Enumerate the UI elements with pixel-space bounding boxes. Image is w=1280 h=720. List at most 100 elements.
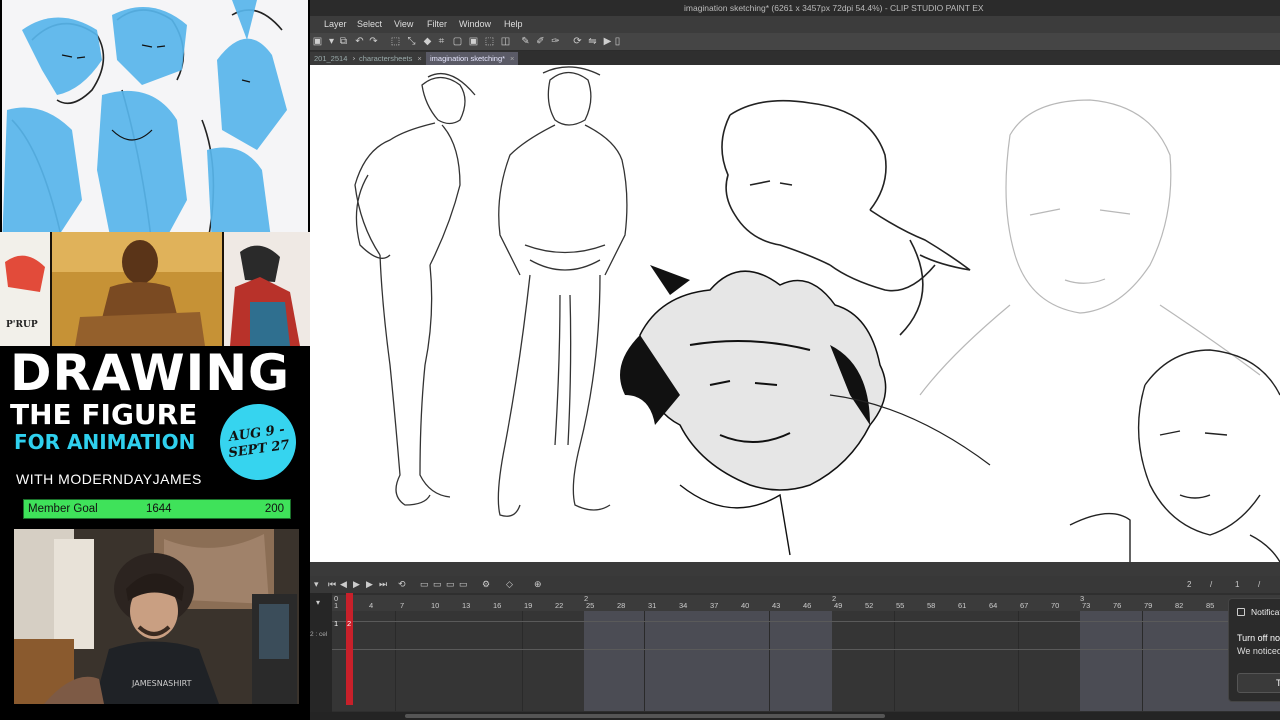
- onion-skin-icon[interactable]: ▭: [446, 579, 455, 590]
- notification-title: Notifications: [1251, 607, 1280, 617]
- frame-tick: 37: [710, 601, 719, 610]
- tab-imagination-sketching[interactable]: imagination sketching* ×: [426, 52, 519, 65]
- close-icon[interactable]: ×: [417, 54, 421, 63]
- frame-tick: 85: [1206, 601, 1215, 610]
- page-current: 2: [1187, 580, 1192, 589]
- deselect-icon[interactable]: ⬚: [484, 36, 495, 47]
- collapse-icon[interactable]: ▾: [316, 598, 320, 607]
- device-icon[interactable]: ▯: [612, 36, 623, 47]
- featured-artwork-blue-figures: [2, 0, 308, 246]
- menu-help[interactable]: Help: [504, 19, 523, 29]
- member-goal-current: 1644: [146, 503, 172, 515]
- menu-window[interactable]: Window: [459, 19, 491, 29]
- timeline-menu-icon[interactable]: ▾: [314, 579, 319, 590]
- clip-studio-window: imagination sketching* (6261 x 3457px 72…: [310, 0, 1280, 720]
- frame-marker: 3: [1080, 594, 1085, 603]
- notification-turn-off-button[interactable]: Turn off: [1237, 673, 1280, 693]
- first-frame-icon[interactable]: ⏮: [328, 579, 336, 590]
- notification-popup: Notifications Turn off notifications We …: [1228, 598, 1280, 702]
- undo-icon[interactable]: ↶: [354, 36, 365, 47]
- rotate-icon[interactable]: ⟳: [572, 36, 583, 47]
- drawing-canvas[interactable]: [310, 65, 1280, 562]
- promo-title-line2: THE FIGURE: [10, 398, 198, 431]
- track-divider: [1018, 611, 1019, 711]
- shirt-text: JAMESNASHIRT: [131, 679, 192, 688]
- menu-view[interactable]: View: [394, 19, 413, 29]
- frame-tick: 52: [865, 601, 874, 610]
- frame-tick: 43: [772, 601, 781, 610]
- prev-frame-icon[interactable]: ◀: [340, 579, 347, 590]
- assign-cel-icon[interactable]: ▭: [433, 579, 442, 590]
- track-divider: [395, 611, 396, 711]
- stream-overlay-panel: P'RUP DRAWING THE FIGURE FOR ANIMATION A…: [0, 0, 310, 720]
- crop-icon[interactable]: ⌗: [436, 36, 447, 47]
- redo-icon[interactable]: ↷: [368, 36, 379, 47]
- new-cel-icon[interactable]: ▭: [420, 579, 429, 590]
- timeline-settings-icon[interactable]: ⚙: [482, 579, 490, 590]
- frame-tick: 61: [958, 601, 967, 610]
- layer-icon[interactable]: ⧉: [338, 36, 349, 47]
- cel-value-1: 1: [334, 619, 339, 628]
- menu-select[interactable]: Select: [357, 19, 382, 29]
- menu-filter[interactable]: Filter: [427, 19, 447, 29]
- layer-row-label[interactable]: 2 : cel: [310, 631, 327, 638]
- webcam-feed: JAMESNASHIRT: [14, 529, 299, 704]
- timeline-ruler[interactable]: 4 7 10 13 16 19 22 25 28 31 34 37 40 43 46 49 52 55 58 61 64…: [332, 594, 1280, 611]
- track-divider: [522, 611, 523, 711]
- tab-charactersheets[interactable]: charactersheets ×: [355, 52, 426, 65]
- loop-icon[interactable]: ⟲: [398, 579, 406, 590]
- window-title: imagination sketching* (6261 x 3457px 72…: [684, 3, 984, 13]
- play-button-icon[interactable]: ▶: [353, 579, 360, 590]
- selection-icon[interactable]: ⬚: [390, 36, 401, 47]
- notification-heading: Turn off notifications: [1237, 633, 1280, 643]
- close-icon[interactable]: ×: [510, 54, 514, 63]
- frame-tick: 28: [617, 601, 626, 610]
- transform-icon[interactable]: ⤡: [406, 36, 417, 47]
- invert-selection-icon[interactable]: ◫: [500, 36, 511, 47]
- next-frame-icon[interactable]: ▶: [366, 579, 373, 590]
- command-bar: ▣ ▾ ⧉ ↶ ↷ ⬚ ⤡ ◆ ⌗ ▢ ▣ ⬚ ◫ ✎ ✐ ✑ ⟳ ⇋ ▶ ▯: [310, 33, 1280, 51]
- member-goal-target: 200: [264, 503, 284, 515]
- frame-tick: 19: [524, 601, 533, 610]
- pen-icon[interactable]: ✎: [520, 36, 531, 47]
- frame-tick: 22: [555, 601, 564, 610]
- document-tabs: 201_2514× charactersheets× imagination s…: [310, 51, 1280, 65]
- dropdown-icon[interactable]: ▾: [326, 36, 337, 47]
- frame-tick: 64: [989, 601, 998, 610]
- screen: P'RUP DRAWING THE FIGURE FOR ANIMATION A…: [0, 0, 1280, 720]
- track-divider: [644, 611, 645, 711]
- frame-tick: 58: [927, 601, 936, 610]
- timeline-scrollbar-thumb[interactable]: [405, 714, 885, 718]
- frame-tick: 31: [648, 601, 657, 610]
- pencil-icon[interactable]: ✐: [535, 36, 546, 47]
- clear-icon[interactable]: ▢: [452, 36, 463, 47]
- timeline-track[interactable]: [332, 611, 1280, 711]
- clear-outside-icon[interactable]: ▣: [468, 36, 479, 47]
- tab-label: 201_2514: [314, 54, 348, 63]
- menu-layer[interactable]: Layer: [324, 19, 347, 29]
- frame-tick: 82: [1175, 601, 1184, 610]
- flip-icon[interactable]: ⇋: [587, 36, 598, 47]
- keyframe-icon[interactable]: ◇: [506, 579, 513, 590]
- tab-201-2514[interactable]: 201_2514×: [310, 52, 361, 65]
- playhead[interactable]: [346, 593, 353, 705]
- member-goal-label: Member Goal: [28, 503, 98, 515]
- member-goal-bar: Member Goal 1644 200: [23, 499, 291, 519]
- last-frame-icon[interactable]: ⏭: [379, 579, 387, 590]
- frame-tick: 13: [462, 601, 471, 610]
- menu-bar: Layer Select View Filter Window Help: [310, 16, 1280, 33]
- track-row-line: [332, 621, 1280, 622]
- strip-art-text: P'RUP: [6, 320, 38, 330]
- brush-icon[interactable]: ✑: [550, 36, 561, 47]
- frame-tick: 40: [741, 601, 750, 610]
- save-icon[interactable]: ▣: [312, 36, 323, 47]
- notification-icon: [1237, 608, 1245, 616]
- zoom-icon[interactable]: ⊕: [534, 579, 542, 590]
- track-divider: [1142, 611, 1143, 711]
- frame-tick: 10: [431, 601, 440, 610]
- timeline-panel: ▾ ⏮ ◀ ▶ ▶ ⏭ ⟲ ▭ ▭ ▭ ▭ ⚙ ◇ ⊕ 2 / 1 / ▾ 2 …: [310, 576, 1280, 720]
- timeline-scrollbar[interactable]: [310, 712, 1280, 720]
- frame-tick: 7: [400, 601, 405, 610]
- light-table-icon[interactable]: ▭: [459, 579, 468, 590]
- fill-icon[interactable]: ◆: [422, 36, 433, 47]
